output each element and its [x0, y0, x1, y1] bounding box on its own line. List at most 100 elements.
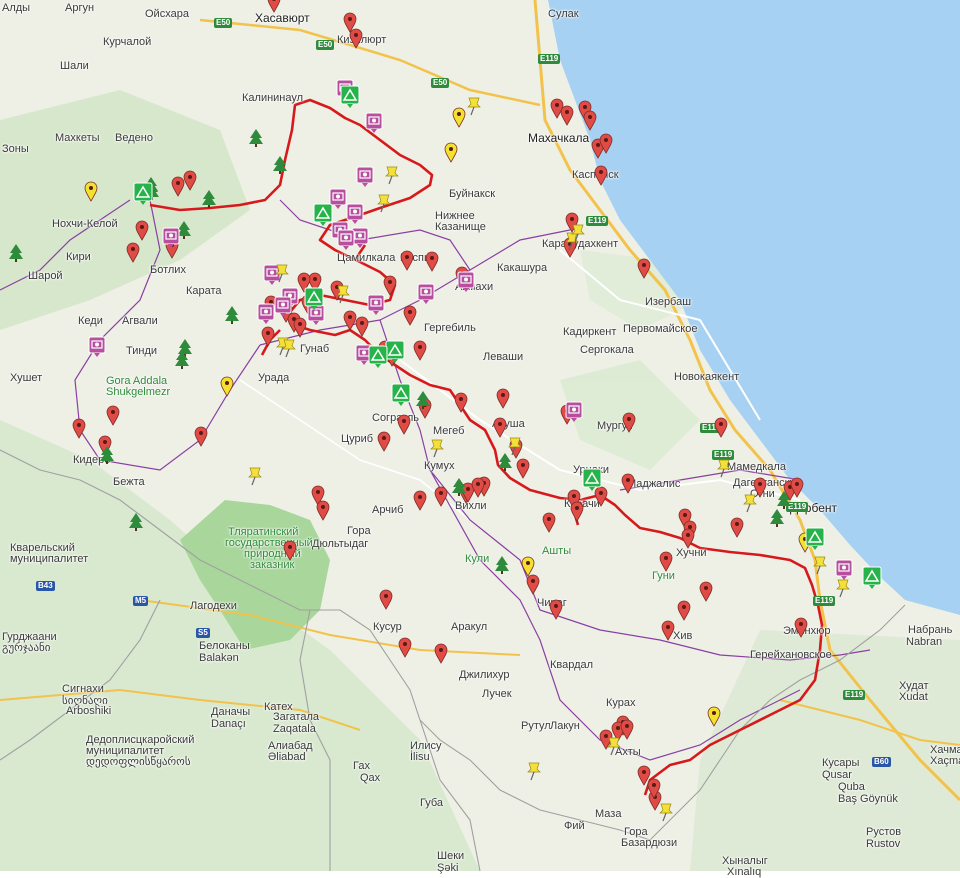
camp-icon[interactable] — [340, 85, 360, 108]
camp-icon[interactable] — [313, 203, 333, 226]
camp-icon[interactable] — [391, 383, 411, 406]
place-pin[interactable] — [583, 110, 597, 131]
camera-icon[interactable] — [367, 294, 385, 315]
place-pin[interactable] — [403, 305, 417, 326]
camera-icon[interactable] — [346, 203, 364, 224]
place-pin[interactable] — [293, 317, 307, 338]
camera-icon[interactable] — [356, 166, 374, 187]
place-pin[interactable] — [194, 426, 208, 447]
yellow-place-pin[interactable] — [521, 556, 535, 577]
place-pin[interactable] — [493, 417, 507, 438]
place-pin[interactable] — [594, 165, 608, 186]
tree-icon[interactable] — [129, 513, 143, 531]
pushpin-icon[interactable] — [813, 556, 827, 575]
place-pin[interactable] — [560, 105, 574, 126]
place-pin[interactable] — [637, 765, 651, 786]
place-pin[interactable] — [730, 517, 744, 538]
place-pin[interactable] — [135, 220, 149, 241]
place-pin[interactable] — [794, 617, 808, 638]
camp-icon[interactable] — [133, 182, 153, 205]
place-pin[interactable] — [434, 643, 448, 664]
place-pin[interactable] — [714, 417, 728, 438]
place-pin[interactable] — [594, 486, 608, 507]
place-pin[interactable] — [379, 589, 393, 610]
place-pin[interactable] — [398, 637, 412, 658]
place-pin[interactable] — [681, 528, 695, 549]
camp-icon[interactable] — [862, 566, 882, 589]
tree-icon[interactable] — [495, 556, 509, 574]
place-pin[interactable] — [637, 258, 651, 279]
place-pin[interactable] — [383, 275, 397, 296]
camera-icon[interactable] — [307, 304, 325, 325]
pushpin-icon[interactable] — [430, 439, 444, 458]
pushpin-icon[interactable] — [836, 579, 850, 598]
pushpin-icon[interactable] — [607, 737, 621, 756]
camera-icon[interactable] — [257, 303, 275, 324]
place-pin[interactable] — [550, 98, 564, 119]
place-pin[interactable] — [343, 310, 357, 331]
camera-icon[interactable] — [337, 229, 355, 250]
place-pin[interactable] — [72, 418, 86, 439]
camera-icon[interactable] — [88, 336, 106, 357]
yellow-place-pin[interactable] — [707, 706, 721, 727]
place-pin[interactable] — [516, 458, 530, 479]
yellow-place-pin[interactable] — [84, 181, 98, 202]
place-pin[interactable] — [413, 340, 427, 361]
pushpin-icon[interactable] — [385, 166, 399, 185]
tree-icon[interactable] — [273, 156, 287, 174]
place-pin[interactable] — [355, 316, 369, 337]
yellow-place-pin[interactable] — [452, 107, 466, 128]
place-pin[interactable] — [526, 574, 540, 595]
camp-icon[interactable] — [368, 345, 388, 368]
place-pin[interactable] — [400, 250, 414, 271]
camp-icon[interactable] — [805, 527, 825, 550]
place-pin[interactable] — [425, 251, 439, 272]
place-pin[interactable] — [413, 490, 427, 511]
camera-icon[interactable] — [365, 112, 383, 133]
place-pin[interactable] — [677, 600, 691, 621]
place-pin[interactable] — [570, 501, 584, 522]
pushpin-icon[interactable] — [248, 467, 262, 486]
place-pin[interactable] — [316, 500, 330, 521]
pushpin-icon[interactable] — [743, 494, 757, 513]
place-pin[interactable] — [622, 412, 636, 433]
place-pin[interactable] — [183, 170, 197, 191]
place-pin[interactable] — [171, 176, 185, 197]
camera-icon[interactable] — [457, 271, 475, 292]
pushpin-icon[interactable] — [467, 97, 481, 116]
place-pin[interactable] — [621, 473, 635, 494]
tree-icon[interactable] — [498, 453, 512, 471]
place-pin[interactable] — [454, 392, 468, 413]
place-pin[interactable] — [620, 719, 634, 740]
camera-icon[interactable] — [417, 283, 435, 304]
tree-icon[interactable] — [225, 306, 239, 324]
tree-icon[interactable] — [9, 244, 23, 262]
pushpin-icon[interactable] — [377, 194, 391, 213]
place-pin[interactable] — [397, 414, 411, 435]
place-pin[interactable] — [261, 326, 275, 347]
place-pin[interactable] — [106, 405, 120, 426]
pushpin-icon[interactable] — [717, 459, 731, 478]
place-pin[interactable] — [126, 242, 140, 263]
tree-icon[interactable] — [249, 129, 263, 147]
camera-icon[interactable] — [263, 264, 281, 285]
pushpin-icon[interactable] — [659, 803, 673, 822]
place-pin[interactable] — [377, 431, 391, 452]
yellow-place-pin[interactable] — [220, 376, 234, 397]
tree-icon[interactable] — [202, 190, 216, 208]
place-pin[interactable] — [659, 551, 673, 572]
pushpin-icon[interactable] — [282, 339, 296, 358]
place-pin[interactable] — [283, 540, 297, 561]
pushpin-icon[interactable] — [336, 285, 350, 304]
place-pin[interactable] — [542, 512, 556, 533]
place-pin[interactable] — [349, 28, 363, 49]
map-canvas[interactable]: Алды Аргун Ойсхара Хасавюрт Сулак Курчалой Киз… — [0, 0, 960, 878]
place-pin[interactable] — [496, 388, 510, 409]
place-pin[interactable] — [753, 477, 767, 498]
tree-icon[interactable] — [770, 509, 784, 527]
place-pin[interactable] — [699, 581, 713, 602]
place-pin[interactable] — [434, 486, 448, 507]
place-pin[interactable] — [549, 599, 563, 620]
yellow-place-pin[interactable] — [444, 142, 458, 163]
camera-icon[interactable] — [835, 559, 853, 580]
